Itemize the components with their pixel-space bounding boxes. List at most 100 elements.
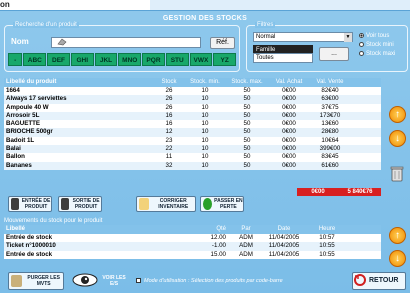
product-table: Libellé du produit Stock Stock. min. Sto… (4, 78, 381, 170)
table-row[interactable]: Arrosoir 5L 16 10 50 0€00 173€70 (4, 111, 381, 121)
name-input[interactable] (51, 37, 201, 48)
letter-button-def[interactable]: DEF (47, 53, 70, 66)
radio-stock-min[interactable]: Stock mini (359, 42, 394, 48)
mvt-scroll-up-icon[interactable]: ↑ (389, 227, 406, 244)
family-browse-button[interactable]: ... (319, 47, 349, 61)
total-sale-value: 5 840€76 (339, 188, 381, 196)
product-label: 1664 (6, 87, 20, 94)
table-row[interactable]: Badoit 1L 23 10 50 0€00 10€64 (4, 136, 381, 146)
table-row[interactable]: Ballon 11 10 50 0€00 83€45 (4, 153, 381, 162)
letter-button-vwx[interactable]: VWX (189, 53, 213, 66)
return-icon (353, 273, 367, 289)
total-purchase-value: 0€00 (297, 188, 339, 196)
product-stock: 26 (165, 95, 173, 103)
radio-stock-min-label: Stock mini (366, 42, 394, 49)
mvt-label: Entrée de stock (6, 250, 53, 258)
col-header-purchase-value[interactable]: Val. Achat (268, 78, 310, 87)
letter-clear-button[interactable]: - (8, 53, 23, 66)
mvt-col-label[interactable]: Libellé (4, 225, 194, 234)
mvt-qty: -1.00 (211, 242, 226, 250)
totals-bar: 0€00 5 840€76 (297, 188, 381, 196)
list-item[interactable]: Entrée de stock 15.00 ADM 11/04/2005 10:55 (4, 250, 381, 259)
table-row[interactable]: Bananes 32 10 50 0€00 61€60 (4, 161, 381, 170)
table-row[interactable]: BAGUETTE 16 10 50 0€00 13€60 (4, 120, 381, 129)
mvt-col-by[interactable]: Par (230, 225, 262, 234)
product-stock: 12 (165, 128, 173, 136)
letter-button-mno[interactable]: MNO (118, 53, 142, 66)
letter-button-stu[interactable]: STU (165, 53, 189, 66)
list-item[interactable]: Ticket n°1000010 -1.00 ADM 11/04/2005 10:55 (4, 242, 381, 251)
mvt-col-qty[interactable]: Qté (194, 225, 230, 234)
radio-icon (359, 51, 364, 56)
radio-stock-max[interactable]: Stock maxi (359, 51, 395, 57)
radio-show-all[interactable]: Voir tous (359, 33, 389, 39)
product-sale-value: 173€70 (319, 111, 341, 119)
recycle-icon (203, 198, 212, 210)
col-header-label[interactable]: Libellé du produit (4, 78, 154, 87)
product-label: Arrosoir 5L (6, 111, 40, 119)
table-row[interactable]: Balai 22 10 50 0€00 399€00 (4, 145, 381, 154)
col-header-sale-value[interactable]: Val. Vente (310, 78, 350, 87)
col-header-stock[interactable]: Stock (154, 78, 184, 87)
product-stock-min: 10 (201, 128, 209, 136)
usage-mode-checkbox[interactable]: Mode d'utilisation : Sélection des produ… (136, 278, 283, 284)
scroll-down-icon[interactable]: ↓ (389, 130, 406, 147)
mvt-time: 10:57 (319, 234, 335, 241)
product-label: Ampoule 40 W (6, 103, 49, 111)
product-sale-value: 13€60 (321, 120, 339, 128)
letter-button-yz[interactable]: YZ (213, 53, 237, 66)
exit-product-button[interactable]: SORTIE DE PRODUIT (58, 196, 102, 212)
table-row[interactable]: BRIOCHE 500gr 12 10 50 0€00 28€80 (4, 128, 381, 137)
product-stock-min: 10 (201, 153, 209, 161)
product-stock-min: 10 (201, 161, 209, 169)
view-io-button[interactable]: VOIR LES E/S (72, 272, 130, 290)
trash-icon[interactable] (388, 165, 406, 183)
mvt-scroll-down-icon[interactable]: ↓ (389, 250, 406, 267)
col-header-stock-min[interactable]: Stock. min. (184, 78, 226, 87)
eraser-icon[interactable] (57, 38, 67, 46)
movements-table-body: Entrée de stock 12.00 ADM 11/04/2005 10:57 Ti… (4, 234, 381, 259)
entry-product-label: ENTRÉE DE PRODUIT (21, 198, 51, 210)
product-label: BRIOCHE 500gr (6, 128, 53, 136)
table-row[interactable]: Always 17 serviettes 26 10 50 0€00 63€00 (4, 95, 381, 104)
product-purchase-value: 0€00 (282, 111, 296, 119)
eye-icon (72, 273, 98, 289)
mvt-col-date[interactable]: Date (262, 225, 306, 234)
folder-icon (139, 198, 150, 210)
top-label: on (0, 0, 10, 9)
ref-button[interactable]: Réf. (210, 37, 235, 49)
mvt-by: ADM (239, 250, 253, 258)
letter-button-ghi[interactable]: GHI (70, 53, 94, 66)
letter-button-abc[interactable]: ABC (23, 53, 47, 66)
list-item[interactable]: Entrée de stock 12.00 ADM 11/04/2005 10:57 (4, 234, 381, 243)
mvt-label: Entrée de stock (6, 234, 53, 241)
scroll-up-icon[interactable]: ↑ (389, 106, 406, 123)
table-row[interactable]: 1664 26 10 50 0€00 82€40 (4, 87, 381, 96)
letter-button-pqr[interactable]: PQR (142, 53, 165, 66)
product-stock: 22 (165, 145, 173, 153)
col-header-stock-max[interactable]: Stock. max. (226, 78, 268, 87)
letter-button-jkl[interactable]: JKL (94, 53, 118, 66)
product-purchase-value: 0€00 (282, 95, 296, 103)
product-stock-max: 50 (243, 128, 251, 136)
mvt-col-time[interactable]: Heure (306, 225, 348, 234)
correct-inventory-button[interactable]: CORRIGER INVENTAIRE (136, 196, 196, 212)
back-button[interactable]: RETOUR (352, 272, 406, 290)
product-sale-value: 61€60 (321, 161, 339, 169)
letter-filter-bar: - ABC DEF GHI JKL MNO PQR STU VWX YZ (8, 53, 237, 66)
family-select[interactable]: Toutes (253, 53, 313, 63)
product-stock-max: 50 (243, 95, 251, 103)
product-table-header: Libellé du produit Stock Stock. min. Sto… (4, 78, 381, 87)
product-sale-value: 10€64 (321, 136, 339, 144)
mvt-qty: 15.00 (210, 250, 226, 258)
product-stock: 11 (165, 153, 173, 161)
radio-show-all-label: Voir tous (366, 33, 390, 40)
loss-button[interactable]: PASSER EN PERTE (200, 196, 244, 212)
table-row[interactable]: Ampoule 40 W 26 10 50 0€00 37€75 (4, 103, 381, 112)
product-sale-value: 82€40 (321, 87, 339, 94)
product-stock-min: 10 (201, 136, 209, 144)
entry-product-button[interactable]: ENTRÉE DE PRODUIT (8, 196, 52, 212)
mode-select[interactable]: Normal ▼ (253, 32, 353, 42)
purge-movements-button[interactable]: PURGER LES MVTS (8, 272, 64, 290)
mvt-time: 10:55 (319, 250, 335, 258)
